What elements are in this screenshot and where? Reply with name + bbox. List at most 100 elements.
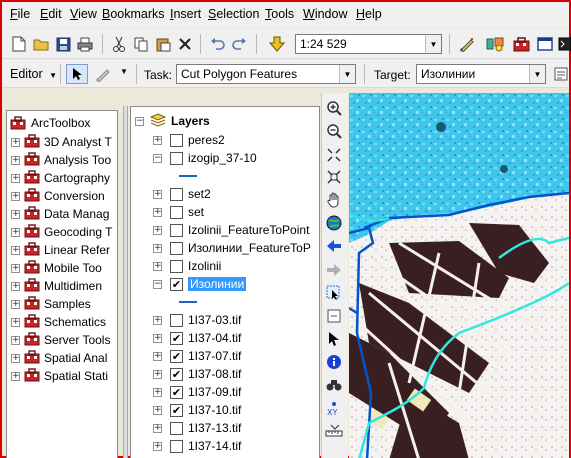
layer-item[interactable]: + ✔ 1I37-04.tif <box>153 329 241 347</box>
copy-icon[interactable] <box>132 35 150 53</box>
expand-icon[interactable]: + <box>153 261 162 271</box>
menu-help[interactable]: Help <box>356 7 382 21</box>
expand-icon[interactable]: + <box>153 189 162 199</box>
checkbox-checked[interactable]: ✔ <box>170 331 183 345</box>
collapse-icon[interactable]: − <box>135 116 144 126</box>
select-features-icon[interactable] <box>324 283 344 303</box>
expand-icon[interactable]: + <box>11 155 20 165</box>
layer-item[interactable]: + ✔ 1I37-08.tif <box>153 365 241 383</box>
toolbox-item[interactable]: + Linear Refer <box>11 241 110 259</box>
expand-icon[interactable]: + <box>153 225 162 235</box>
menu-edit[interactable]: Edit <box>40 7 62 21</box>
undo-icon[interactable] <box>208 35 226 53</box>
dropdown-arrow-icon[interactable]: ▼ <box>529 65 545 83</box>
arctoolbox-icon[interactable] <box>512 35 530 53</box>
toolbox-item[interactable]: + Data Manag <box>11 205 109 223</box>
paste-icon[interactable] <box>154 35 172 53</box>
open-folder-icon[interactable] <box>32 35 50 53</box>
toolbox-item[interactable]: + Mobile Too <box>11 259 102 277</box>
editor-menu[interactable]: Editor ▼ <box>10 67 57 81</box>
dropdown-arrow-icon[interactable]: ▼ <box>339 65 355 83</box>
checkbox-unchecked[interactable] <box>170 223 183 237</box>
checkbox-unchecked[interactable] <box>170 205 183 219</box>
menu-tools[interactable]: Tools <box>265 7 294 21</box>
menu-selection[interactable]: Selection <box>208 7 259 21</box>
expand-icon[interactable]: + <box>11 335 20 345</box>
menu-bookmarks[interactable]: Bookmarks <box>102 7 165 21</box>
expand-icon[interactable]: + <box>153 207 162 217</box>
select-elements-icon[interactable] <box>324 329 344 349</box>
toolbox-item[interactable]: + Spatial Anal <box>11 349 107 367</box>
full-extent-icon[interactable] <box>324 213 344 233</box>
pan-icon[interactable] <box>324 190 344 210</box>
toolbox-item[interactable]: + Spatial Stati <box>11 367 108 385</box>
checkbox-checked[interactable]: ✔ <box>170 403 183 417</box>
expand-icon[interactable]: + <box>11 353 20 363</box>
redo-icon[interactable] <box>230 35 248 53</box>
checkbox-unchecked[interactable] <box>170 313 183 327</box>
expand-icon[interactable]: + <box>11 137 20 147</box>
clear-selection-icon[interactable] <box>324 306 344 326</box>
expand-icon[interactable]: + <box>11 191 20 201</box>
add-data-icon[interactable] <box>268 35 286 53</box>
layer-item[interactable]: + Изолинии_FeatureToP <box>153 239 311 257</box>
menu-view[interactable]: View <box>70 7 97 21</box>
layers-root[interactable]: − Layers <box>135 112 210 130</box>
sketch-tool-dropdown-icon[interactable]: ▼ <box>120 67 128 76</box>
checkbox-unchecked[interactable] <box>170 439 183 453</box>
toolbox-item[interactable]: + Samples <box>11 295 91 313</box>
editor-toolbar-icon[interactable] <box>458 35 476 53</box>
checkbox-unchecked[interactable] <box>170 133 183 147</box>
toolbox-item[interactable]: +3D Analyst T <box>11 133 112 151</box>
expand-icon[interactable]: + <box>11 317 20 327</box>
checkbox-checked[interactable]: ✔ <box>170 277 183 291</box>
expand-icon[interactable]: + <box>153 315 162 325</box>
toolbox-item[interactable]: + Cartography <box>11 169 110 187</box>
toolbox-item[interactable]: + Multidimen <box>11 277 102 295</box>
checkbox-checked[interactable]: ✔ <box>170 367 183 381</box>
layer-item[interactable]: + Izolinii <box>153 257 221 275</box>
checkbox-unchecked[interactable] <box>170 241 183 255</box>
splitter-handle[interactable] <box>123 106 128 458</box>
layer-item[interactable]: + ✔ 1I37-10.tif <box>153 401 241 419</box>
checkbox-unchecked[interactable] <box>170 151 183 165</box>
checkbox-unchecked[interactable] <box>170 259 183 273</box>
zoom-in-icon[interactable] <box>324 98 344 118</box>
expand-icon[interactable]: + <box>153 243 162 253</box>
goto-xy-icon[interactable]: XY <box>324 398 344 418</box>
expand-icon[interactable]: + <box>11 263 20 273</box>
expand-icon[interactable]: + <box>153 333 162 343</box>
expand-icon[interactable]: + <box>153 441 162 451</box>
layer-item[interactable]: +1I37-13.tif <box>153 419 241 437</box>
layer-item[interactable]: − izogip_37-10 <box>153 149 257 167</box>
map-view[interactable] <box>349 93 569 458</box>
expand-icon[interactable]: + <box>153 387 162 397</box>
sketch-properties-icon[interactable] <box>552 65 570 83</box>
toolbox-item[interactable]: + Server Tools <box>11 331 110 349</box>
expand-icon[interactable]: + <box>153 369 162 379</box>
command-line-icon[interactable] <box>556 35 571 53</box>
fixed-zoom-out-icon[interactable] <box>324 167 344 187</box>
expand-icon[interactable]: + <box>11 245 20 255</box>
forward-extent-icon[interactable] <box>324 260 344 280</box>
back-extent-icon[interactable] <box>324 236 344 256</box>
menu-window[interactable]: Window <box>303 7 347 21</box>
expand-icon[interactable]: + <box>153 423 162 433</box>
identify-icon[interactable] <box>324 352 344 372</box>
checkbox-unchecked[interactable] <box>170 187 183 201</box>
dropdown-arrow-icon[interactable]: ▼ <box>425 35 441 53</box>
measure-icon[interactable] <box>324 421 344 441</box>
layer-item[interactable]: +1I37-14.tif <box>153 437 241 455</box>
toolbox-item[interactable]: + Geocoding T <box>11 223 113 241</box>
window-icon[interactable] <box>536 35 554 53</box>
fixed-zoom-in-icon[interactable] <box>324 145 344 165</box>
expand-icon[interactable]: + <box>11 371 20 381</box>
expand-icon[interactable]: + <box>11 281 20 291</box>
layer-item[interactable]: − ✔ Изолинии <box>153 275 247 293</box>
checkbox-unchecked[interactable] <box>170 421 183 435</box>
collapse-icon[interactable]: − <box>153 279 162 289</box>
collapse-icon[interactable]: − <box>153 153 162 163</box>
target-select[interactable]: Изолинии ▼ <box>416 64 546 84</box>
expand-icon[interactable]: + <box>11 299 20 309</box>
save-icon[interactable] <box>54 35 72 53</box>
